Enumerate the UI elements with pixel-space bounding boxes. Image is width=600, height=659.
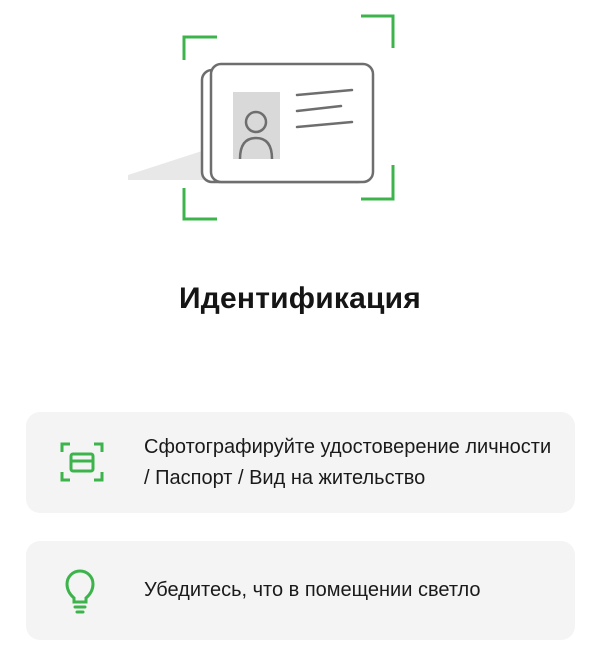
step-text-lighting: Убедитесь, что в помещении светло bbox=[144, 579, 481, 601]
step-card-lighting: Убедитесь, что в помещении светло bbox=[26, 541, 575, 640]
id-card-illustration bbox=[0, 0, 600, 240]
lightbulb-icon bbox=[54, 565, 106, 617]
page-title: Идентификация bbox=[179, 282, 421, 315]
step-card-document: Сфотографируйте удостоверение личности /… bbox=[26, 412, 575, 513]
step-text-document: Сфотографируйте удостоверение личности /… bbox=[144, 436, 552, 489]
identification-screen: Идентификация Сфотографируйте удостовере… bbox=[0, 0, 600, 659]
document-scan-icon bbox=[56, 436, 108, 488]
id-card-scan-illustration bbox=[128, 14, 395, 221]
